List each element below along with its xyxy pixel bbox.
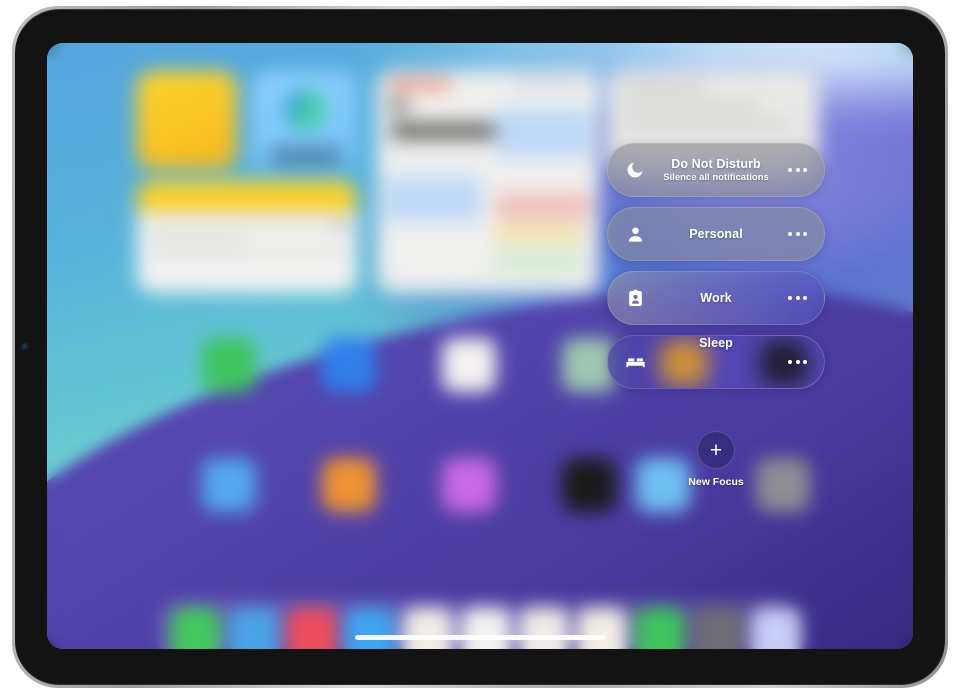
new-focus-group[interactable]: + New Focus xyxy=(666,431,766,488)
person-icon xyxy=(624,223,646,245)
ellipsis-icon[interactable] xyxy=(788,296,807,300)
focus-mode-work[interactable]: Work xyxy=(607,271,825,325)
new-focus-button[interactable]: + xyxy=(697,431,735,469)
ellipsis-icon[interactable] xyxy=(788,232,807,236)
moon-icon xyxy=(624,159,646,181)
focus-panel: Do Not Disturb Silence all notifications… xyxy=(47,43,913,649)
ellipsis-icon[interactable] xyxy=(788,360,807,364)
home-indicator[interactable] xyxy=(355,635,605,640)
focus-mode-labels: Sleep xyxy=(608,336,824,350)
focus-mode-sleep[interactable]: Sleep xyxy=(607,335,825,389)
focus-mode-title: Sleep xyxy=(699,336,733,350)
focus-mode-content: Sleep xyxy=(608,336,824,388)
focus-mode-do-not-disturb[interactable]: Do Not Disturb Silence all notifications xyxy=(607,143,825,197)
ellipsis-icon[interactable] xyxy=(788,168,807,172)
bed-icon xyxy=(624,351,646,373)
camera-dot-icon xyxy=(22,343,28,352)
tablet-screen: Do Not Disturb Silence all notifications… xyxy=(47,43,913,649)
plus-icon: + xyxy=(709,438,723,462)
new-focus-label: New Focus xyxy=(688,476,744,488)
focus-mode-personal[interactable]: Personal xyxy=(607,207,825,261)
id-badge-icon xyxy=(624,287,646,309)
